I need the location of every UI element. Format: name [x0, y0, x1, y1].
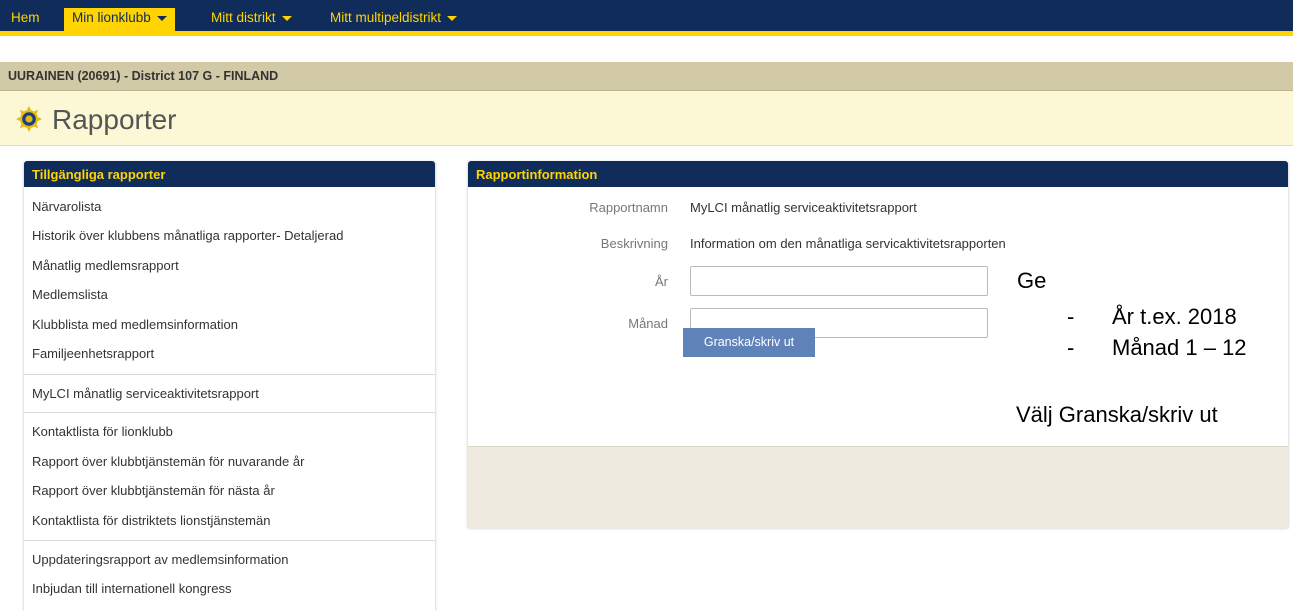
preview-print-button[interactable]: Granska/skriv ut: [683, 328, 815, 357]
report-link[interactable]: Uppdateringsrapport av medlemsinformatio…: [32, 552, 289, 567]
nav-my-club-label: Min lionklubb: [72, 10, 151, 25]
report-info-footer: [468, 446, 1288, 528]
available-reports-panel: Tillgängliga rapporter Närvarolista Hist…: [24, 161, 435, 611]
month-label: Månad: [628, 316, 668, 331]
report-link[interactable]: Månatlig medlemsrapport: [32, 258, 179, 273]
report-link[interactable]: Inbjudan till internationell kongress: [32, 581, 231, 596]
report-link[interactable]: Kontaktlista för distriktets lionstjänst…: [32, 513, 270, 528]
nav-my-district-label: Mitt distrikt: [211, 10, 276, 25]
report-link[interactable]: Klubblista med medlemsinformation: [32, 317, 238, 332]
report-link[interactable]: Kontaktlista för lionklubb: [32, 424, 173, 439]
nav-my-club[interactable]: Min lionklubb: [64, 8, 175, 36]
nav-home-label: Hem: [11, 10, 40, 25]
lions-logo-icon: [16, 106, 42, 132]
nav-my-multiple-district[interactable]: Mitt multipeldistrikt: [322, 8, 465, 36]
page-title-bar: [0, 91, 1293, 146]
chevron-down-icon: [156, 15, 167, 21]
divider: [24, 374, 435, 375]
page-title: Rapporter: [52, 104, 177, 135]
annotation-instruction: Välj Granska/skriv ut: [1016, 402, 1218, 427]
annotation-dash: -: [1067, 304, 1075, 329]
divider: [24, 412, 435, 413]
report-link[interactable]: Närvarolista: [32, 199, 101, 214]
annotation-month-hint: Månad 1 – 12: [1112, 335, 1247, 360]
report-link[interactable]: Historik över klubbens månatliga rapport…: [32, 228, 343, 243]
annotation-dash: -: [1067, 335, 1075, 360]
report-link[interactable]: Medlemslista: [32, 287, 108, 302]
club-info: UURAINEN (20691) - District 107 G - FINL…: [8, 69, 279, 83]
nav-my-multiple-district-label: Mitt multipeldistrikt: [330, 10, 442, 25]
club-info-bar: UURAINEN (20691) - District 107 G - FINL…: [0, 62, 1293, 91]
report-link[interactable]: Rapport över klubbtjänstemän för nästa å…: [32, 483, 275, 498]
divider: [24, 540, 435, 541]
nav-my-district[interactable]: Mitt distrikt: [203, 8, 300, 36]
report-link-selected[interactable]: MyLCI månatlig serviceaktivitetsrapport: [32, 386, 259, 401]
year-input[interactable]: [690, 266, 988, 296]
annotation-year-hint: År t.ex. 2018: [1112, 304, 1237, 329]
nav-home[interactable]: Hem: [3, 8, 48, 36]
description-value: Information om den månatliga servicaktiv…: [690, 236, 1006, 251]
description-label: Beskrivning: [600, 236, 668, 251]
report-info-header: Rapportinformation: [468, 161, 1288, 187]
report-link[interactable]: Familjeenhetsrapport: [32, 346, 154, 361]
report-name-value: MyLCI månatlig serviceaktivitetsrapport: [690, 200, 917, 215]
available-reports-header: Tillgängliga rapporter: [24, 161, 435, 187]
chevron-down-icon: [447, 15, 458, 21]
report-name-label: Rapportnamn: [589, 200, 668, 215]
report-link[interactable]: Rapport över klubbtjänstemän för nuvaran…: [32, 454, 304, 469]
annotation-intro: Ge: [1017, 268, 1047, 293]
top-navigation: Hem Min lionklubb Mitt distrikt Mitt mul…: [0, 0, 1293, 36]
chevron-down-icon: [281, 15, 292, 21]
year-label: År: [655, 274, 668, 289]
